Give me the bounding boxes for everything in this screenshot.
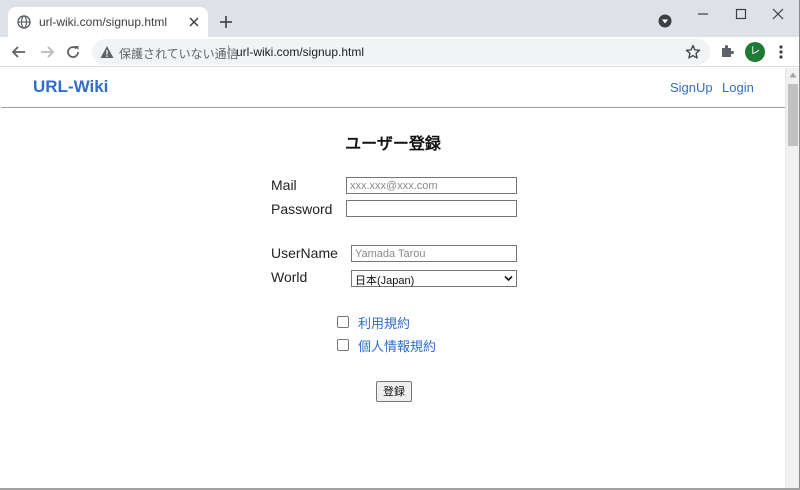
world-selected-value: 日本(Japan) xyxy=(355,275,415,287)
address-bar[interactable]: 保護されていない通信 url-wiki.com/signup.html xyxy=(92,39,710,65)
privacy-checkbox[interactable] xyxy=(337,339,349,351)
vertical-scrollbar[interactable] xyxy=(785,68,800,488)
scrollbar-thumb[interactable] xyxy=(788,84,798,146)
back-arrow-icon[interactable] xyxy=(10,43,28,61)
site-logo[interactable]: URL-Wiki xyxy=(33,77,108,97)
tab-search-icon[interactable] xyxy=(658,14,672,28)
browser-tab[interactable]: url-wiki.com/signup.html xyxy=(8,7,208,37)
more-menu-icon[interactable] xyxy=(774,44,788,60)
world-select[interactable]: 日本(Japan) xyxy=(351,270,517,287)
password-input[interactable] xyxy=(346,200,517,217)
password-label: Password xyxy=(271,201,333,217)
close-tab-icon[interactable] xyxy=(187,15,201,29)
mail-input[interactable] xyxy=(346,177,517,194)
profile-avatar[interactable]: レ xyxy=(745,42,765,62)
maximize-icon[interactable] xyxy=(734,7,748,21)
terms-link[interactable]: 利用規約 xyxy=(358,313,410,332)
username-label: UserName xyxy=(271,245,338,261)
privacy-link[interactable]: 個人情報規約 xyxy=(358,336,436,355)
url-text[interactable]: url-wiki.com/signup.html xyxy=(236,45,364,59)
terms-checkbox[interactable] xyxy=(337,316,349,328)
browser-titlebar: url-wiki.com/signup.html xyxy=(0,0,800,37)
username-input[interactable] xyxy=(351,245,517,262)
mail-label: Mail xyxy=(271,177,297,193)
register-button[interactable]: 登録 xyxy=(376,381,412,402)
new-tab-icon[interactable] xyxy=(218,14,234,30)
security-status-text: 保護されていない通信 xyxy=(119,47,239,61)
scroll-up-arrow-icon[interactable] xyxy=(789,71,797,79)
signup-link[interactable]: SignUp xyxy=(670,80,713,95)
minimize-icon[interactable] xyxy=(696,7,710,21)
extensions-puzzle-icon[interactable] xyxy=(719,43,735,59)
globe-icon xyxy=(17,15,31,29)
address-divider xyxy=(228,45,229,59)
page-viewport: URL-Wiki SignUp Login ユーザー登録 Mail Passwo… xyxy=(1,68,785,488)
page-title: ユーザー登録 xyxy=(345,134,441,153)
window-close-icon[interactable] xyxy=(771,7,785,21)
forward-arrow-icon[interactable] xyxy=(38,43,56,61)
bookmark-star-icon[interactable] xyxy=(685,44,701,60)
site-header: URL-Wiki SignUp Login xyxy=(1,68,785,108)
reload-icon[interactable] xyxy=(64,43,82,61)
browser-toolbar: 保護されていない通信 url-wiki.com/signup.html レ xyxy=(0,37,800,67)
tab-title: url-wiki.com/signup.html xyxy=(39,15,168,29)
world-label: World xyxy=(271,269,308,285)
chevron-down-icon xyxy=(504,275,513,282)
login-link[interactable]: Login xyxy=(722,80,754,95)
warning-icon[interactable] xyxy=(100,45,114,59)
